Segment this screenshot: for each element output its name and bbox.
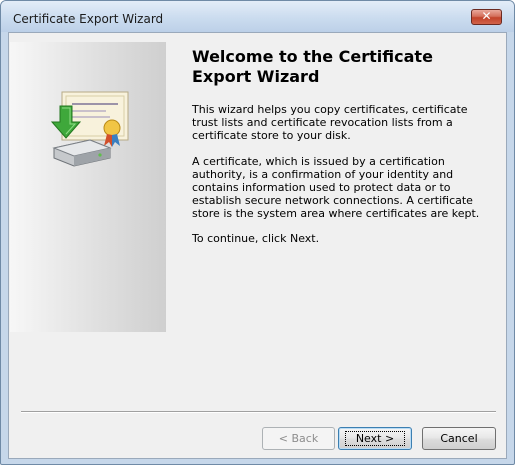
wizard-heading: Welcome to the Certificate Export Wizard [192, 47, 433, 86]
button-separator [21, 411, 496, 413]
back-button[interactable]: < Back [262, 427, 335, 450]
next-button[interactable]: Next > [338, 427, 412, 450]
wizard-description-paragraph: A certificate, which is issued by a cert… [192, 155, 480, 220]
cancel-button[interactable]: Cancel [422, 427, 496, 450]
wizard-content: Welcome to the Certificate Export Wizard… [8, 32, 507, 459]
wizard-window: Certificate Export Wizard ✕ Welcome to t… [0, 0, 515, 465]
title-bar[interactable]: Certificate Export Wizard ✕ [1, 1, 514, 32]
next-button-label: Next > [344, 431, 406, 446]
window-title: Certificate Export Wizard [13, 12, 164, 26]
wizard-continue-paragraph: To continue, click Next. [192, 232, 320, 245]
certificate-export-icon [50, 91, 129, 167]
close-button[interactable]: ✕ [471, 9, 502, 25]
wizard-intro-paragraph: This wizard helps you copy certificates,… [192, 103, 468, 142]
wizard-side-panel [10, 42, 166, 332]
